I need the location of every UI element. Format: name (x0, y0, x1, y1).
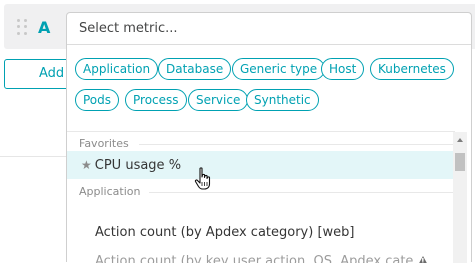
filter-chip-generic-type[interactable]: Generic type (232, 58, 326, 80)
filter-chip-pods[interactable]: Pods (75, 89, 120, 111)
drag-handle-icon[interactable] (17, 19, 29, 35)
filter-chip-synthetic[interactable]: Synthetic (246, 89, 319, 111)
metric-dropdown: Application Database Generic type Host K… (66, 12, 472, 263)
metric-option-label: Action count (by Apdex category) [web] (95, 225, 355, 240)
filter-chip-host[interactable]: Host (321, 58, 365, 80)
group-rule (149, 192, 453, 193)
filter-chip-database[interactable]: Database (158, 58, 232, 80)
filter-chip-application[interactable]: Application (75, 58, 159, 80)
metric-option-favorite[interactable]: ★ CPU usage % (67, 151, 453, 179)
metric-option-label: CPU usage % (94, 158, 182, 173)
scroll-up-arrow-icon[interactable] (457, 138, 463, 142)
metric-option[interactable]: Action count (by Apdex category) [web] (67, 219, 453, 247)
query-letter: A (38, 18, 51, 37)
scrollbar[interactable] (453, 132, 467, 263)
divider (0, 156, 66, 157)
group-header-favorites: Favorites (79, 137, 129, 150)
metric-option-disabled[interactable]: Action count (by key user action, OS, Ap… (67, 248, 453, 263)
filter-chip-kubernetes[interactable]: Kubernetes (370, 58, 454, 80)
filter-chip-process[interactable]: Process (125, 89, 187, 111)
metric-list: Favorites ★ CPU usage % Application Actio… (67, 132, 453, 263)
group-header-application: Application (79, 185, 141, 198)
star-icon: ★ (81, 158, 92, 172)
hand-cursor-icon (194, 167, 211, 190)
group-rule (139, 144, 453, 145)
metric-search-input[interactable] (67, 13, 471, 45)
scroll-thumb[interactable] (455, 153, 465, 171)
filter-chip-service[interactable]: Service (188, 89, 249, 111)
